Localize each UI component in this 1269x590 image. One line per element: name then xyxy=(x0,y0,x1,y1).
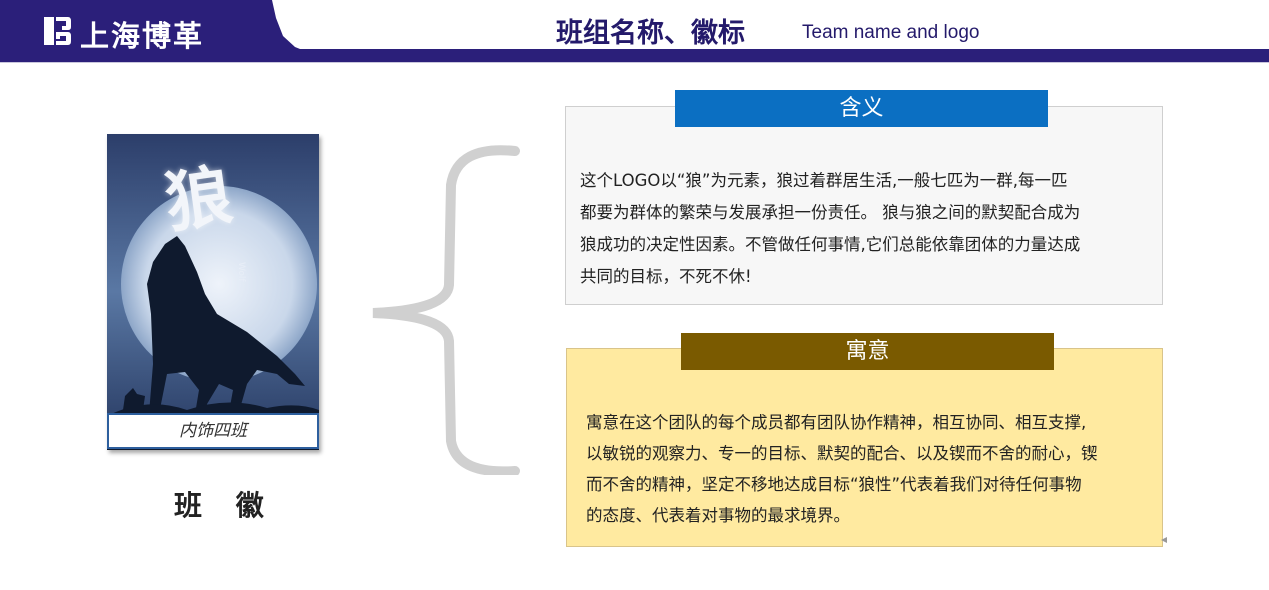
implication-line: 寓意在这个团队的每个成员都有团队协作精神，相互协同、相互支撑, xyxy=(586,413,1087,432)
implication-line: 的态度、代表着对事物的最求境界。 xyxy=(586,506,850,525)
company-logo-icon xyxy=(44,17,71,45)
page-title: 班组名称、徽标 xyxy=(556,18,745,49)
logo-block: 上海博革 xyxy=(0,0,300,62)
curly-brace-icon xyxy=(372,145,520,475)
meaning-line: 都要为群体的繁荣与发展承担一份责任。 狼与狼之间的默契配合成为 xyxy=(580,203,1081,222)
emblem-caption: 内饰四班 xyxy=(107,413,319,449)
emblem-glyph: 狼 xyxy=(160,155,237,243)
meaning-line: 这个LOGO以“狼”为元素，狼过着群居生活,一般七匹为一群,每一匹 xyxy=(580,171,1068,190)
meaning-title: 含义 xyxy=(675,90,1048,127)
meaning-line: 狼成功的决定性因素。不管做任何事情,它们总能依靠团体的力量达成 xyxy=(580,235,1081,254)
implication-line: 而不舍的精神，坚定不移地达成目标“狼性”代表着我们对待任何事物 xyxy=(586,475,1082,494)
implication-text: 寓意在这个团队的每个成员都有团队协作精神，相互协同、相互支撑, 以敏锐的观察力、… xyxy=(586,407,1156,531)
implication-title: 寓意 xyxy=(681,333,1054,370)
emblem-label: 班 徽 xyxy=(174,489,276,522)
corner-marker-icon xyxy=(1161,537,1167,543)
meaning-line: 共同的目标，不死不休! xyxy=(580,267,752,286)
meaning-text: 这个LOGO以“狼”为元素，狼过着群居生活,一般七匹为一群,每一匹 都要为群体的… xyxy=(580,165,1150,293)
header-divider xyxy=(0,62,1269,63)
implication-line: 以敏锐的观察力、专一的目标、默契的配合、以及锲而不舍的耐心，锲 xyxy=(586,444,1098,463)
page-subtitle: Team name and logo xyxy=(802,22,980,43)
header: 上海博革 班组名称、徽标 Team name and logo xyxy=(0,0,1269,63)
company-name: 上海博革 xyxy=(80,19,205,53)
emblem-glyph-small: Wolf xyxy=(236,262,246,282)
